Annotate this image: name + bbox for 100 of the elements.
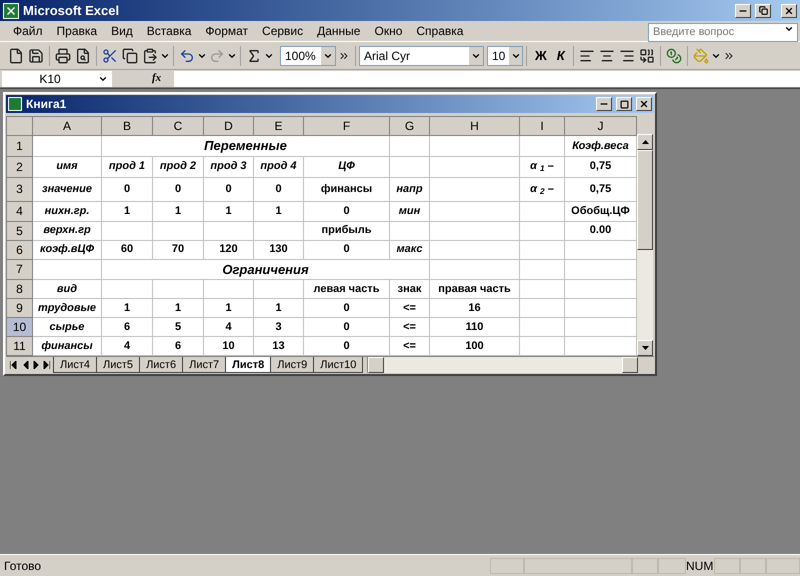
zoom-dropdown[interactable]: 100% xyxy=(280,46,336,66)
scroll-up-button[interactable] xyxy=(637,134,653,150)
cell-text: прод 1 xyxy=(108,160,146,172)
cell-text: левая часть xyxy=(314,282,380,295)
menu-item[interactable]: Вставка xyxy=(140,22,198,40)
cell-text: 1 xyxy=(174,302,182,314)
sheet-tab[interactable]: Лист9 xyxy=(270,357,314,373)
column-header[interactable]: A xyxy=(32,116,102,136)
column-header[interactable]: D xyxy=(204,116,254,136)
cell-text: α $_{2}$ – xyxy=(530,182,554,195)
vertical-scrollbar[interactable] xyxy=(637,134,653,356)
column-header[interactable]: C xyxy=(152,116,204,136)
row-header[interactable]: 7 xyxy=(6,259,32,280)
help-search-field[interactable]: Введите вопрос xyxy=(648,22,798,42)
cell-text: 16 xyxy=(468,302,481,314)
cell-text: верхн.гр xyxy=(43,224,91,236)
close-button[interactable] xyxy=(636,97,652,111)
cell-text: 4 xyxy=(225,320,232,333)
font-dropdown[interactable]: Arial Cyr xyxy=(359,46,484,66)
cell-text: 0 xyxy=(343,243,350,256)
status-panel xyxy=(766,558,800,574)
cell-text: финансы xyxy=(320,182,372,195)
row-header[interactable]: 9 xyxy=(6,298,32,318)
cell-text: 1 xyxy=(225,204,232,217)
app-title: Microsoft Excel xyxy=(23,2,120,20)
sheet-tab[interactable]: Лист4 xyxy=(53,357,98,373)
cell-text: вид xyxy=(56,282,78,295)
scroll-thumb[interactable] xyxy=(637,150,653,250)
cell-text: прибыль xyxy=(321,224,372,236)
scroll-down-button[interactable] xyxy=(637,340,653,356)
cell-text: прод 3 xyxy=(210,160,247,172)
caret-icon xyxy=(784,24,794,34)
cell-text: трудовые xyxy=(38,302,96,314)
horizontal-scrollbar[interactable] xyxy=(367,357,638,373)
row-header[interactable]: 5 xyxy=(6,221,32,240)
cell-text: 60 xyxy=(120,243,134,256)
row-header[interactable]: 1 xyxy=(6,136,32,156)
num-lock-indicator: NUM xyxy=(686,558,714,574)
cell-text: 13 xyxy=(272,340,285,352)
column-header[interactable]: F xyxy=(304,116,390,136)
select-all-corner[interactable] xyxy=(6,116,32,136)
cell-text: <= xyxy=(403,320,416,333)
bold-button[interactable]: Ж xyxy=(530,46,552,66)
column-header[interactable]: J xyxy=(564,116,636,136)
row-header[interactable]: 3 xyxy=(6,177,32,201)
cell-text: коэф.вЦФ xyxy=(40,243,94,256)
sheet-tab[interactable]: Лист8 xyxy=(225,357,272,373)
maximize-button[interactable] xyxy=(616,97,632,111)
minimize-button[interactable] xyxy=(735,4,751,18)
row-header[interactable]: 8 xyxy=(6,280,32,298)
sheet-tab[interactable]: Лист10 xyxy=(313,357,364,373)
row-header[interactable]: 2 xyxy=(6,156,32,177)
cell-text: 70 xyxy=(172,243,184,256)
menu-item[interactable]: Данные xyxy=(310,22,368,40)
status-text: Готово xyxy=(3,558,42,574)
menu-item[interactable]: Вид xyxy=(104,22,140,40)
function-button[interactable]: fx xyxy=(152,70,174,87)
cell-text: 1 xyxy=(225,302,232,314)
column-header[interactable]: E xyxy=(254,116,304,136)
menu-item[interactable]: Файл xyxy=(6,22,50,40)
sheet-tab[interactable]: Лист6 xyxy=(139,357,184,373)
cell-text: значение xyxy=(42,182,92,195)
cell-text: 1 xyxy=(275,302,282,314)
down-arrow-icon xyxy=(642,346,648,350)
row-header[interactable]: 4 xyxy=(6,201,32,221)
sheet-tab[interactable]: Лист7 xyxy=(182,357,226,373)
restore-button[interactable] xyxy=(755,4,771,18)
column-header[interactable]: I xyxy=(520,116,564,136)
formula-input[interactable] xyxy=(174,70,800,86)
row-header[interactable]: 10 xyxy=(6,318,32,336)
close-button[interactable] xyxy=(781,4,797,18)
cell-text: 6 xyxy=(124,320,130,333)
column-header[interactable]: B xyxy=(102,116,152,136)
cell-text: Переменные xyxy=(204,138,287,153)
font-size-dropdown[interactable]: 10 xyxy=(487,46,523,66)
row-header[interactable]: 6 xyxy=(6,240,32,259)
cell-text: 0 xyxy=(343,340,350,352)
column-header[interactable]: H xyxy=(430,116,520,136)
workbook-title: Книга1 xyxy=(26,96,68,113)
menu-item[interactable]: Правка xyxy=(50,22,104,40)
row-header[interactable]: 11 xyxy=(6,336,32,356)
cell-text: 0 xyxy=(343,320,350,333)
column-header[interactable]: G xyxy=(390,116,430,136)
cell-text: 1 xyxy=(275,204,282,217)
cell-text: 0 xyxy=(174,182,182,195)
menu-item[interactable]: Окно xyxy=(367,22,410,40)
cell-text: правая часть xyxy=(438,282,511,295)
minimize-button[interactable] xyxy=(596,97,612,111)
menu-item[interactable]: Сервис xyxy=(255,22,310,40)
dropdown-caret-icon xyxy=(321,46,335,64)
cell-text: Обобщ.ЦФ xyxy=(571,204,630,217)
sheet-tab[interactable]: Лист5 xyxy=(96,357,140,373)
dropdown-caret-icon xyxy=(469,46,483,64)
name-box[interactable]: K10 xyxy=(2,70,112,86)
italic-button[interactable]: К xyxy=(552,46,570,66)
menu-item[interactable]: Формат xyxy=(198,22,256,40)
close-icon xyxy=(784,6,794,16)
workbook-icon xyxy=(8,97,22,111)
cell-text: 1 xyxy=(174,204,182,217)
menu-item[interactable]: Справка xyxy=(409,22,470,40)
